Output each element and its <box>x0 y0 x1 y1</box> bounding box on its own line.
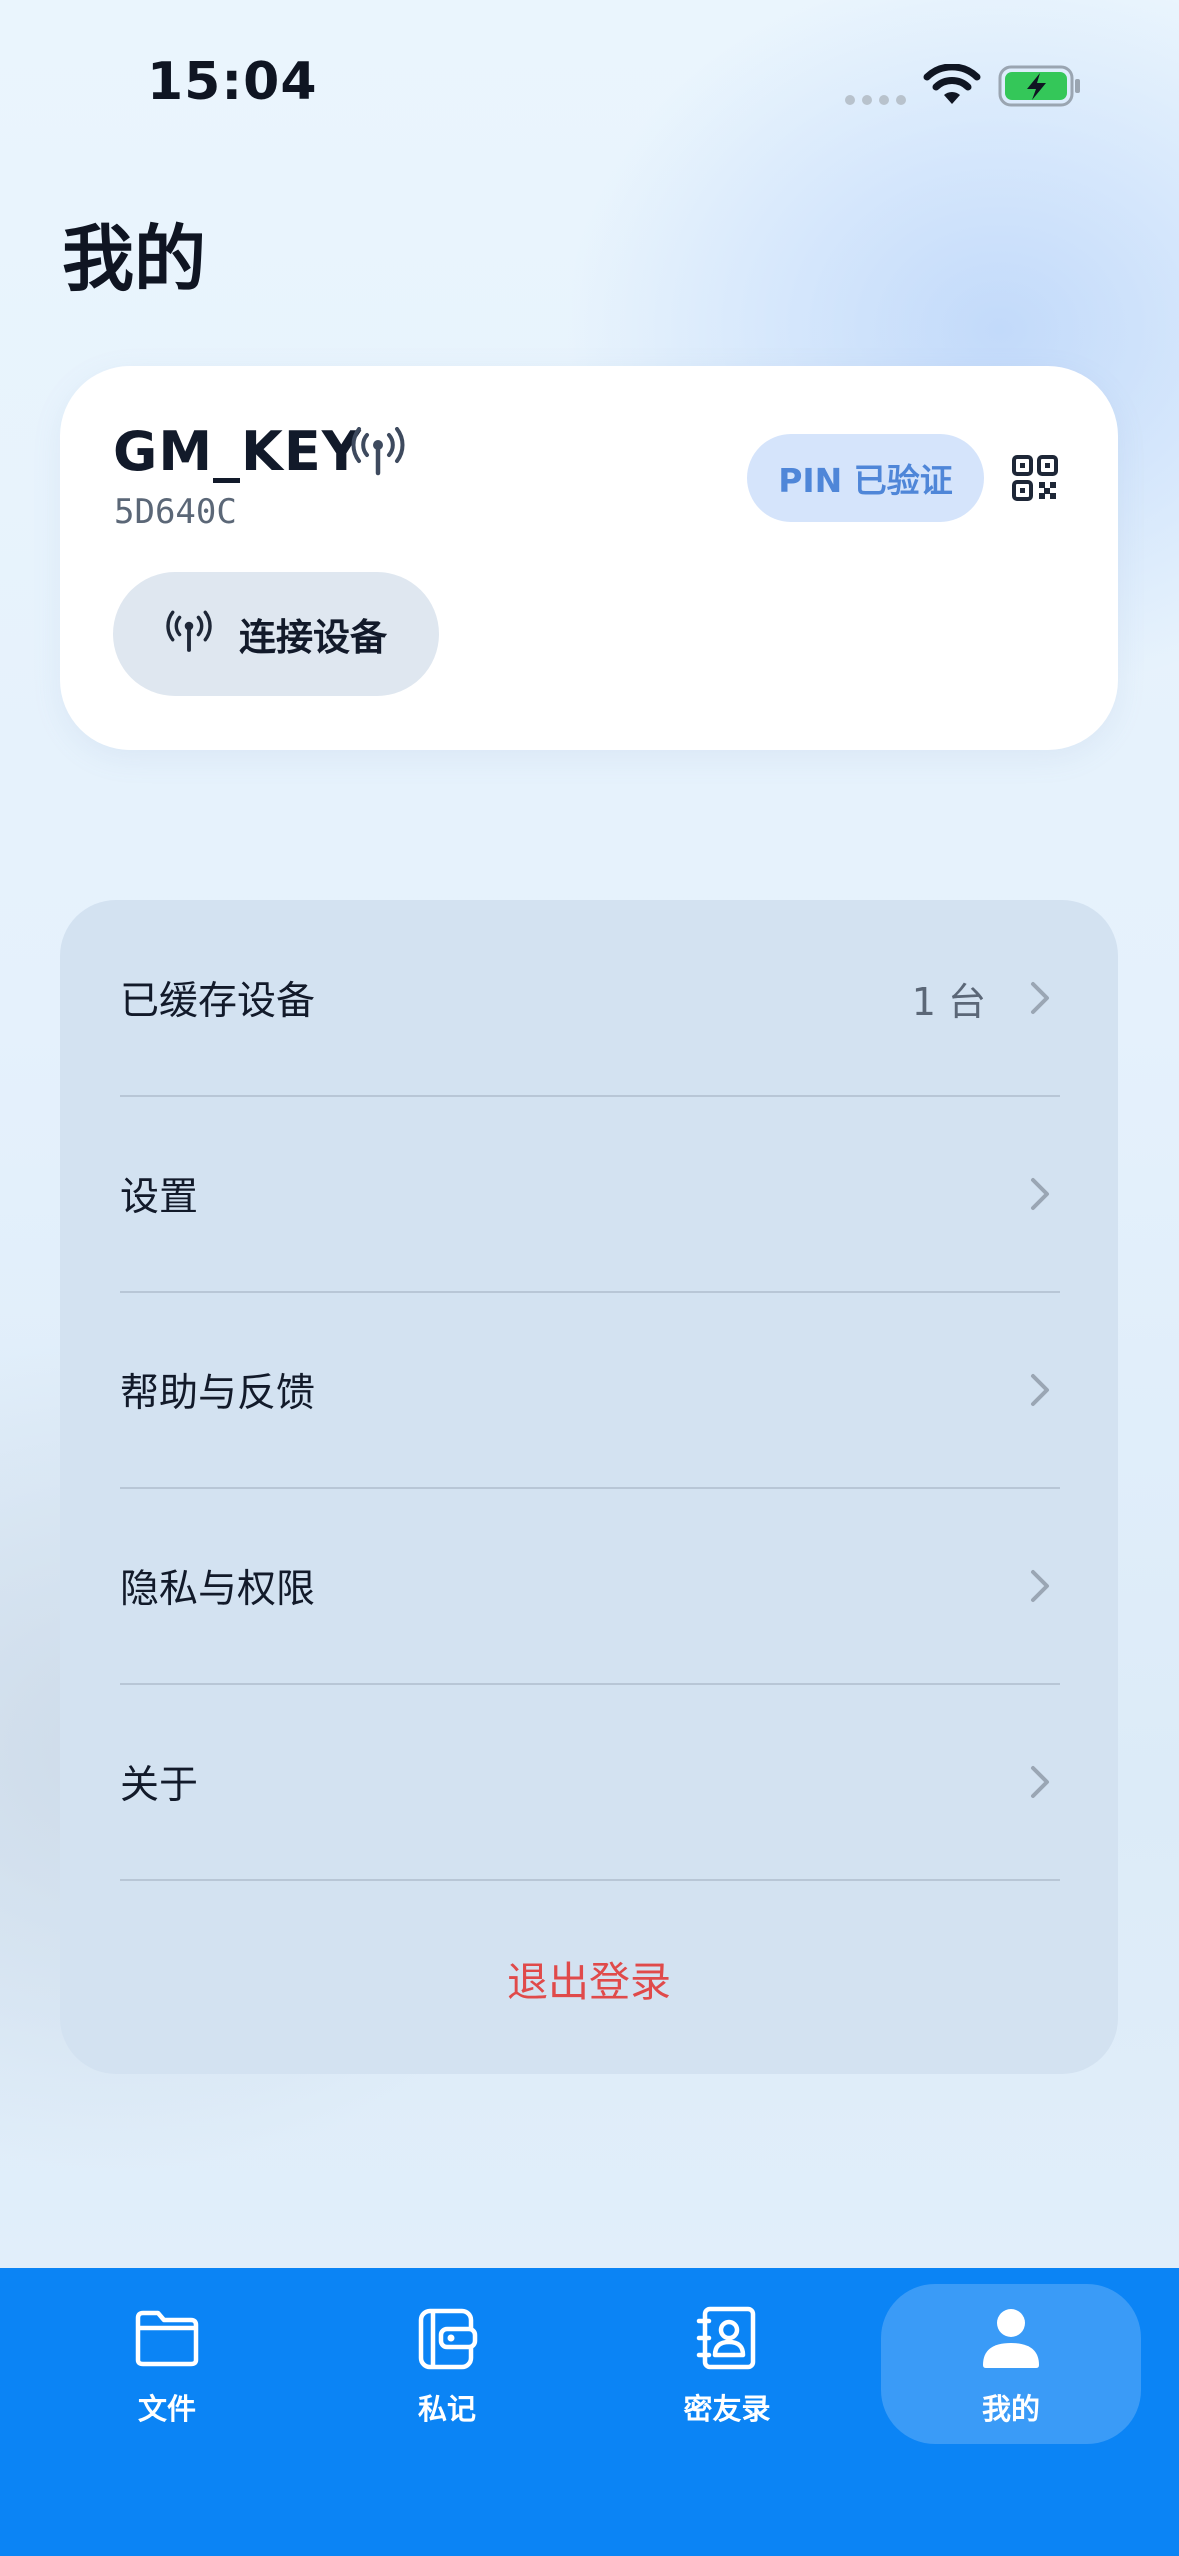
menu-item-label: 已缓存设备 <box>120 979 316 1024</box>
tab-me[interactable]: 我的 <box>881 2284 1141 2444</box>
chevron-right-icon <box>1020 978 1060 1018</box>
tab-label: 文件 <box>137 2392 196 2426</box>
battery-charging-icon <box>998 64 1084 112</box>
cellular-signal-icon <box>845 95 906 105</box>
tab-files[interactable]: 文件 <box>37 2284 297 2444</box>
menu-item-label: 帮助与反馈 <box>120 1371 316 1416</box>
connect-device-button[interactable]: 连接设备 <box>113 572 439 696</box>
chevron-right-icon <box>1020 1174 1060 1214</box>
antenna-icon <box>165 610 213 658</box>
logout-button[interactable]: 退出登录 <box>60 1880 1118 2076</box>
tab-label: 密友录 <box>683 2392 771 2426</box>
menu-item-privacy-permissions[interactable]: 隐私与权限 <box>120 1488 1060 1684</box>
tab-notes[interactable]: 私记 <box>317 2284 577 2444</box>
device-serial: 5D640C <box>114 492 237 532</box>
chevron-right-icon <box>1020 1762 1060 1802</box>
menu-item-help-feedback[interactable]: 帮助与反馈 <box>120 1292 1060 1488</box>
page-title: 我的 <box>62 217 207 301</box>
pin-status-badge[interactable]: PIN 已验证 <box>747 434 984 522</box>
cached-device-count: 1 台 <box>911 979 986 1024</box>
chevron-right-icon <box>1020 1370 1060 1410</box>
menu-item-settings[interactable]: 设置 <box>120 1096 1060 1292</box>
qr-code-icon[interactable] <box>1012 455 1058 505</box>
antenna-icon <box>350 427 406 481</box>
device-name: GM_KEY <box>113 420 362 483</box>
wallet-note-icon <box>415 2298 479 2378</box>
tab-label: 我的 <box>981 2392 1040 2426</box>
chevron-right-icon <box>1020 1566 1060 1606</box>
menu-item-label: 关于 <box>120 1763 199 1808</box>
person-icon <box>979 2298 1043 2378</box>
contacts-book-icon <box>695 2298 759 2378</box>
wifi-icon <box>922 63 982 112</box>
folder-icon <box>134 2298 200 2378</box>
tab-label: 私记 <box>417 2392 476 2426</box>
menu-item-cached-devices[interactable]: 已缓存设备 1 台 <box>120 900 1060 1096</box>
menu-item-about[interactable]: 关于 <box>120 1684 1060 1880</box>
status-time: 15:04 <box>147 52 318 112</box>
tab-contacts[interactable]: 密友录 <box>597 2284 857 2444</box>
menu-item-label: 隐私与权限 <box>120 1567 316 1612</box>
connect-device-label: 连接设备 <box>239 616 387 659</box>
menu-item-label: 设置 <box>120 1175 199 1220</box>
